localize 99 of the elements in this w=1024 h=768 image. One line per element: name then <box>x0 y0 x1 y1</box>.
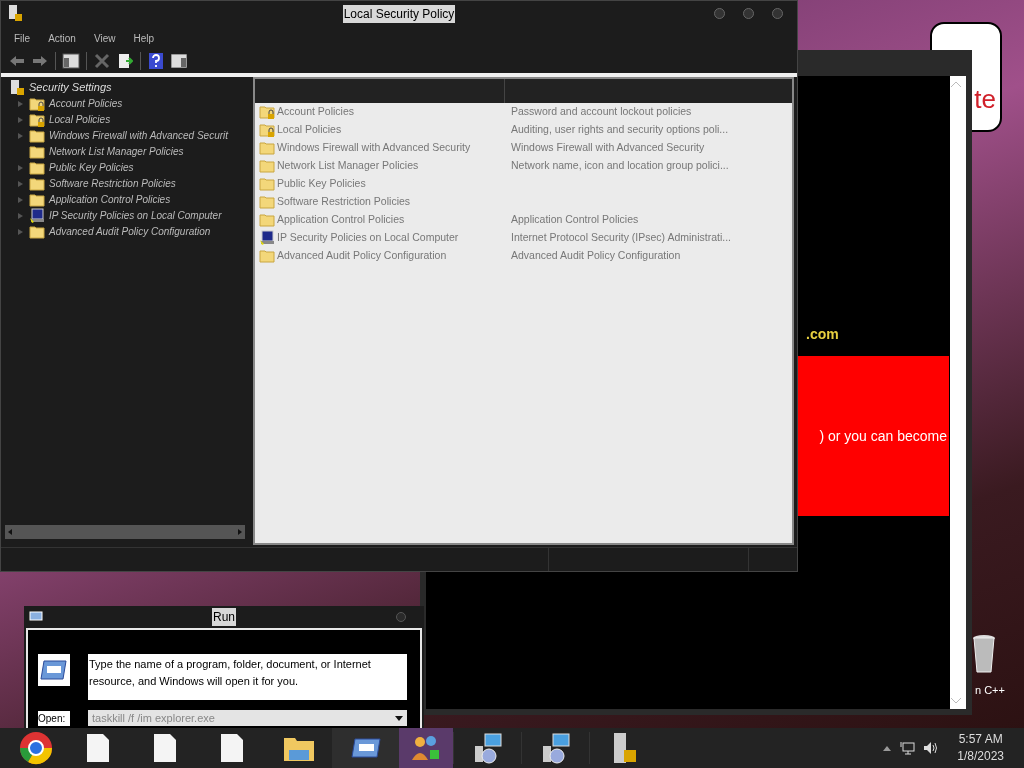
expand-arrow-icon[interactable] <box>17 196 23 203</box>
menu-item[interactable]: File <box>7 30 38 46</box>
horizontal-scrollbar[interactable] <box>5 525 245 539</box>
network-icon[interactable] <box>899 741 916 755</box>
expand-arrow-icon[interactable] <box>17 100 23 107</box>
recycle-bin-icon[interactable] <box>972 634 996 674</box>
run-icon <box>29 611 43 621</box>
maximize-button[interactable] <box>743 8 754 19</box>
close-button[interactable] <box>396 612 406 622</box>
list-item-description: Windows Firewall with Advanced Security <box>511 140 705 156</box>
folder-icon <box>259 194 275 210</box>
server-lock-icon <box>7 4 23 22</box>
link-text[interactable]: .com <box>806 324 839 345</box>
tree-item[interactable]: Windows Firewall with Advanced Securit <box>49 128 229 143</box>
document-icon[interactable] <box>219 733 244 763</box>
list-item[interactable]: Network List Manager Policies <box>277 158 419 174</box>
tree-item[interactable]: Software Restriction Policies <box>49 176 176 191</box>
expand-arrow-icon[interactable] <box>17 212 23 219</box>
folder-icon <box>259 158 275 174</box>
dialog-title: Run <box>212 608 236 626</box>
tree-item[interactable]: Public Key Policies <box>49 160 134 175</box>
folder-icon <box>259 176 275 192</box>
computer-icon <box>259 230 275 246</box>
list-item[interactable]: Application Control Policies <box>277 212 405 228</box>
list-item[interactable]: Windows Firewall with Advanced Security <box>277 140 471 156</box>
prompt-text: Type the name of a program, folder, document, or Internet resource, and Windows will open it for you. <box>88 654 407 700</box>
list-item-description: Auditing, user rights and security options poli... <box>511 122 729 138</box>
list-item[interactable]: Account Policies <box>277 104 355 120</box>
speaker-icon[interactable] <box>923 741 940 755</box>
locked-folder-icon <box>259 122 275 138</box>
delete-icon <box>94 53 110 69</box>
tree-item[interactable]: Application Control Policies <box>49 192 171 207</box>
tree-item[interactable]: Advanced Audit Policy Configuration <box>49 224 211 239</box>
clock[interactable]: 5:57 AM 1/8/2023 <box>957 731 1004 765</box>
computer-icon <box>29 207 45 224</box>
help-button[interactable] <box>146 51 166 71</box>
help-icon <box>149 53 163 69</box>
computer-disc-icon[interactable] <box>472 732 503 764</box>
list-item[interactable]: Advanced Audit Policy Configuration <box>277 248 447 264</box>
people-icon[interactable] <box>410 734 442 762</box>
list-item[interactable]: Software Restriction Policies <box>277 194 411 210</box>
folder-icon <box>259 212 275 228</box>
action-pane-button[interactable] <box>169 51 189 71</box>
command-value: taskkill /f /im explorer.exe <box>92 710 215 726</box>
panel-icon <box>62 53 80 69</box>
list-item[interactable]: Public Key Policies <box>277 176 366 192</box>
minimize-button[interactable] <box>714 8 725 19</box>
expand-arrow-icon[interactable] <box>17 228 23 235</box>
bubble-text: te <box>974 86 996 112</box>
locked-folder-icon <box>259 104 275 120</box>
show-hidden-icons-icon[interactable] <box>883 745 892 751</box>
menu-item[interactable]: View <box>86 30 123 46</box>
tree-root-label[interactable]: Security Settings <box>29 79 112 96</box>
menu-item[interactable]: Help <box>126 30 161 46</box>
folder-icon <box>29 191 45 208</box>
clock-date: 1/8/2023 <box>957 748 1004 765</box>
open-label: Open: <box>38 710 70 726</box>
tree-item[interactable]: Local Policies <box>49 112 111 127</box>
browser-icon[interactable] <box>19 731 53 765</box>
panel-icon <box>171 54 187 68</box>
computer-disc-icon[interactable] <box>540 732 571 764</box>
server-lock-icon <box>9 79 25 96</box>
locked-folder-icon <box>29 111 45 128</box>
tree-item[interactable]: Account Policies <box>49 96 123 111</box>
folder-icon <box>259 248 275 264</box>
tree-item[interactable]: IP Security Policies on Local Computer <box>49 208 222 223</box>
folder-icon <box>29 159 45 176</box>
menu-item[interactable]: Action <box>41 30 83 46</box>
list-item[interactable]: IP Security Policies on Local Computer <box>277 230 459 246</box>
expand-arrow-icon[interactable] <box>17 164 23 171</box>
list-item[interactable]: Local Policies <box>277 122 342 138</box>
clock-time: 5:57 AM <box>958 731 1003 748</box>
forward-arrow-icon <box>32 55 48 67</box>
list-item-description: Internet Protocol Security (IPsec) Administrati... <box>511 230 731 246</box>
close-button[interactable] <box>772 8 783 19</box>
expand-arrow-icon[interactable] <box>17 132 23 139</box>
locked-folder-icon <box>29 95 45 112</box>
folder-icon <box>259 140 275 156</box>
document-icon[interactable] <box>152 733 177 763</box>
document-icon[interactable] <box>85 733 110 763</box>
window-title: Local Security Policy <box>342 5 456 23</box>
dropdown-caret-icon[interactable] <box>395 715 403 721</box>
expand-arrow-icon[interactable] <box>17 116 23 123</box>
banner-text: ) or you can become <box>819 426 947 446</box>
expand-arrow-icon[interactable] <box>17 180 23 187</box>
run-icon[interactable] <box>349 737 382 759</box>
folder-icon <box>29 143 45 160</box>
folder-icon <box>29 223 45 240</box>
list-item-description: Application Control Policies <box>511 212 639 228</box>
desktop-icon-label[interactable]: n C++ <box>975 682 1005 699</box>
folder-icon <box>29 175 45 192</box>
list-item-description: Advanced Audit Policy Configuration <box>511 248 681 264</box>
folder-icon <box>29 127 45 144</box>
export-list-icon <box>117 53 133 69</box>
tree-item[interactable]: Network List Manager Policies <box>49 144 184 159</box>
list-item-description: Network name, icon and location group polici... <box>511 158 729 174</box>
back-arrow-icon <box>9 55 25 67</box>
list-item-description: Password and account lockout policies <box>511 104 692 120</box>
show-tree-button[interactable] <box>61 51 81 71</box>
